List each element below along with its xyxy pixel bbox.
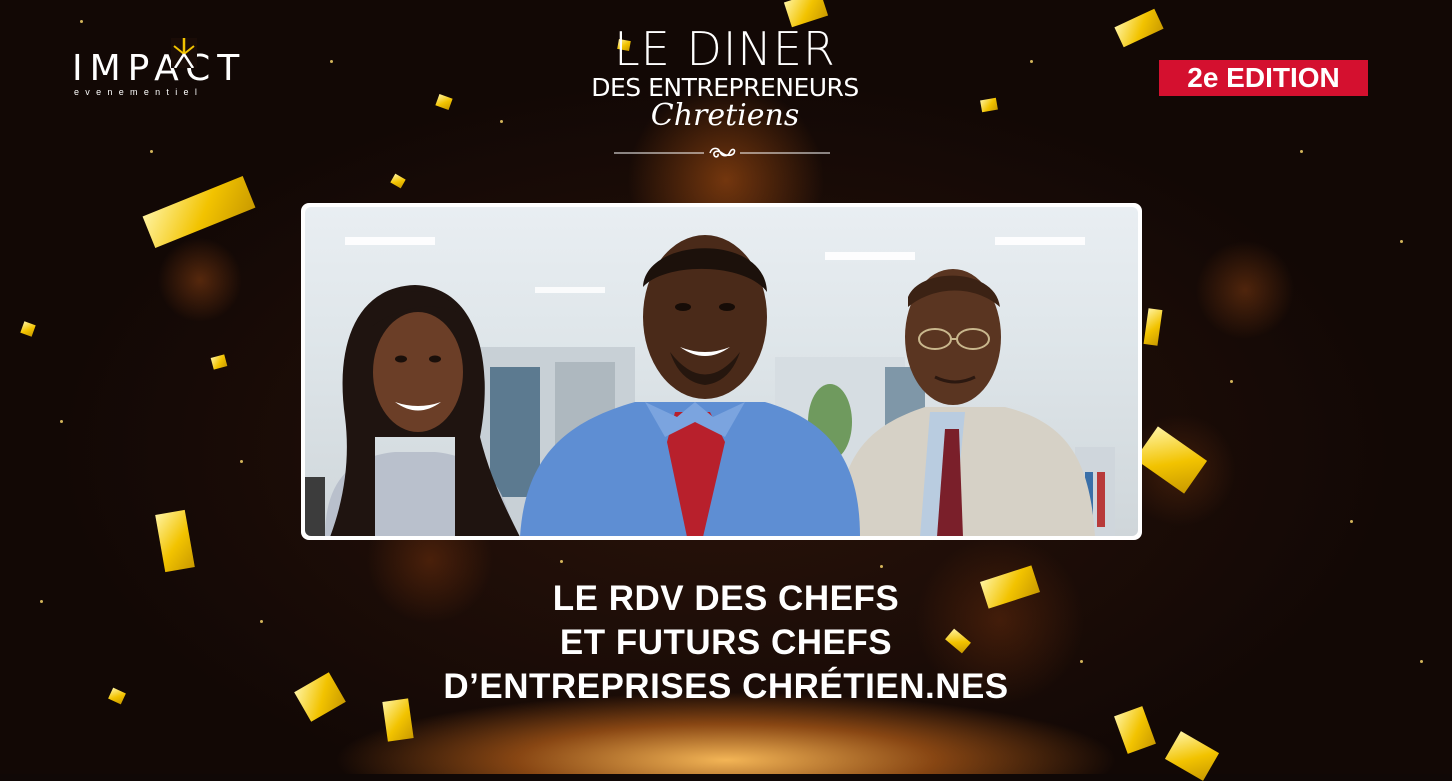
- photo-frame: [301, 203, 1142, 540]
- logo-wordmark: IMPACT: [72, 48, 247, 89]
- headline-line3: D’ENTREPRISES CHRÉTIEN.NES: [443, 667, 1009, 706]
- impact-star-logo-icon: [171, 38, 197, 68]
- impact-logo: IMPACT evenementiel: [72, 38, 262, 100]
- photo-illustration: [305, 235, 1115, 536]
- edition-badge: 2e EDITION: [1159, 60, 1368, 96]
- event-title: LE DINER DES ENTREPRENEURS Chretiens: [560, 22, 890, 133]
- entrepreneurs-photo: [305, 207, 1138, 536]
- event-title-line3: Chretiens: [650, 98, 800, 133]
- ornament-flourish-icon: [614, 147, 830, 158]
- event-title-line1: LE DINER: [614, 22, 836, 76]
- headline-line2: ET FUTURS CHEFS: [559, 623, 893, 662]
- headline: LE RDV DES CHEFS ET FUTURS CHEFS D’ENTRE…: [300, 577, 1152, 709]
- headline-line1: LE RDV DES CHEFS: [552, 579, 900, 618]
- logo-tagline: evenementiel: [74, 87, 204, 97]
